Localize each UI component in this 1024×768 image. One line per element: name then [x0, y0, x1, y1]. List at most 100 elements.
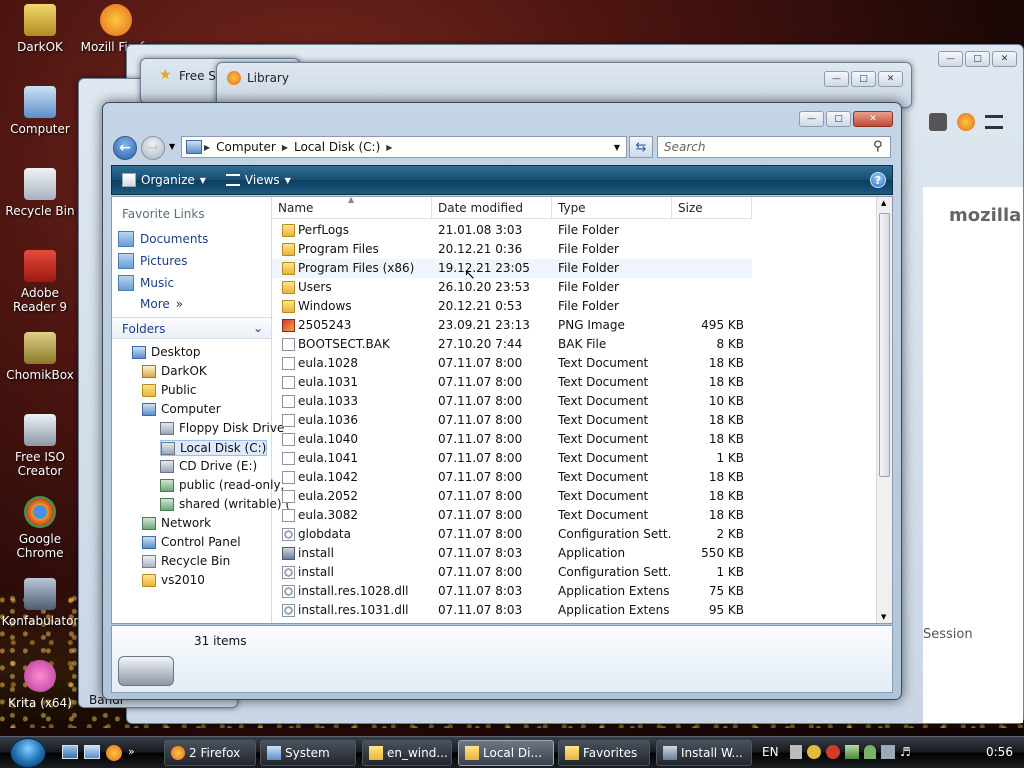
table-row[interactable]: eula.1036 07.11.07 8:00 Text Document 18 KB [272, 411, 752, 430]
desktop-icon-chomikbox[interactable]: ChomikBox [0, 332, 80, 382]
minimize-icon[interactable]: — [799, 111, 824, 127]
table-row[interactable]: globdata 07.11.07 8:00 Configuration Sett.… [272, 525, 752, 544]
tree-item[interactable]: Recycle Bin [142, 554, 230, 568]
menu-icon[interactable] [985, 115, 1003, 129]
help-button[interactable]: ? [870, 172, 886, 188]
maximize-icon[interactable]: □ [826, 111, 851, 127]
more-link[interactable]: More » [140, 297, 183, 311]
table-row[interactable]: install.res.1031.dll 07.11.07 8:03 Applica… [272, 601, 752, 620]
tree-item[interactable]: vs2010 [142, 573, 205, 587]
minimize-icon[interactable]: — [938, 51, 963, 67]
tree-item[interactable]: Network [142, 516, 211, 530]
table-row[interactable]: 2505243 23.09.21 23:13 PNG Image 495 KB [272, 316, 752, 335]
table-row[interactable]: eula.1040 07.11.07 8:00 Text Document 18 KB [272, 430, 752, 449]
scrollbar-thumb[interactable] [879, 213, 890, 477]
scroll-down-icon[interactable]: ▼ [881, 613, 886, 621]
close-icon[interactable]: ✕ [853, 111, 893, 127]
taskbar-button[interactable]: en_wind... [362, 740, 452, 766]
back-button[interactable]: ← [113, 136, 137, 160]
breadcrumb-separator-icon[interactable]: ▶ [202, 143, 212, 152]
tray-user-icon[interactable] [864, 745, 876, 759]
desktop-icon-computer[interactable]: Computer [0, 86, 80, 136]
shield-icon[interactable] [929, 113, 947, 131]
tree-item[interactable]: public (read-only, [160, 478, 284, 492]
folders-header[interactable]: Folders ⌄ [112, 317, 271, 339]
favorite-link-pictures[interactable]: Pictures [118, 253, 188, 269]
tree-item[interactable]: Computer [142, 402, 221, 416]
tree-item[interactable]: shared (writable) ( [160, 497, 290, 511]
table-row[interactable]: Program Files 20.12.21 0:36 File Folder [272, 240, 752, 259]
chevron-down-icon[interactable]: ▼ [169, 142, 175, 151]
taskbar-button[interactable]: Favorites [558, 740, 650, 766]
desktop-icon-konfabulator[interactable]: Konfabulator [0, 578, 80, 628]
firefox-icon[interactable] [957, 113, 975, 131]
desktop-icon-adobe-reader[interactable]: Adobe Reader 9 [0, 250, 80, 314]
column-header-type[interactable]: Type [552, 197, 672, 219]
table-row[interactable]: eula.2052 07.11.07 8:00 Text Document 18 KB [272, 487, 752, 506]
table-row[interactable]: eula.1033 07.11.07 8:00 Text Document 10 KB [272, 392, 752, 411]
show-desktop-icon[interactable] [62, 745, 78, 759]
taskbar-button[interactable]: Local Di... [458, 740, 554, 766]
desktop-icon-google-chrome[interactable]: Google Chrome [0, 496, 80, 560]
breadcrumb-local-disk[interactable]: Local Disk (C:) [290, 140, 384, 154]
tree-item[interactable]: Desktop [132, 345, 201, 359]
forward-button[interactable]: → [141, 136, 165, 160]
favorite-link-music[interactable]: Music [118, 275, 174, 291]
tray-gmail-icon[interactable] [807, 745, 821, 759]
double-chevron-right-icon[interactable]: » [128, 745, 135, 761]
table-row[interactable]: eula.1028 07.11.07 8:00 Text Document 18 KB [272, 354, 752, 373]
tree-item[interactable]: Local Disk (C:) [160, 440, 268, 456]
tray-volume-icon[interactable]: ♬ [900, 745, 911, 759]
desktop-icon-recycle-bin[interactable]: Recycle Bin [0, 168, 80, 218]
desktop-icon-free-iso-creator[interactable]: Free ISO Creator [0, 414, 80, 478]
tree-item[interactable]: Floppy Disk Drive [160, 421, 284, 435]
column-header-size[interactable]: Size [672, 197, 752, 219]
chevron-down-icon[interactable]: ▼ [614, 143, 620, 152]
maximize-icon[interactable]: □ [965, 51, 990, 67]
tray-app-icon[interactable] [790, 745, 802, 759]
close-icon[interactable]: ✕ [878, 71, 903, 87]
table-row[interactable]: Program Files (x86) 19.12.21 23:05 File Fo… [272, 259, 752, 278]
search-input[interactable]: Search [657, 136, 891, 158]
table-row[interactable]: install 07.11.07 8:03 Application 550 KB [272, 544, 752, 563]
favorite-link-documents[interactable]: Documents [118, 231, 208, 247]
firefox-icon[interactable] [106, 745, 122, 761]
explorer-window[interactable]: — □ ✕ ← → ▼ ▶ Computer ▶ Local Disk (C:)… [102, 102, 902, 700]
refresh-button[interactable]: ⇆ [629, 136, 653, 158]
close-icon[interactable]: ✕ [992, 51, 1017, 67]
table-row[interactable]: PerfLogs 21.01.08 3:03 File Folder [272, 221, 752, 240]
desktop-icon-darkok[interactable]: DarkOK [0, 4, 80, 54]
tray-network2-icon[interactable] [881, 745, 895, 759]
tree-item[interactable]: CD Drive (E:) [160, 459, 257, 473]
table-row[interactable]: install 07.11.07 8:00 Configuration Sett..… [272, 563, 752, 582]
desktop-icon-krita[interactable]: Krita (x64) [0, 660, 80, 710]
scroll-up-icon[interactable]: ▲ [881, 199, 886, 207]
tree-item[interactable]: Public [142, 383, 197, 397]
table-row[interactable]: Users 26.10.20 23:53 File Folder [272, 278, 752, 297]
vertical-scrollbar[interactable]: ▲ ▼ [876, 197, 892, 623]
taskbar-button[interactable]: 2 Firefox [164, 740, 256, 766]
table-row[interactable]: Windows 20.12.21 0:53 File Folder [272, 297, 752, 316]
table-row[interactable]: eula.1031 07.11.07 8:00 Text Document 18 KB [272, 373, 752, 392]
minimize-icon[interactable]: — [824, 71, 849, 87]
tree-item[interactable]: Control Panel [142, 535, 241, 549]
breadcrumb-separator-icon[interactable]: ▶ [384, 143, 394, 152]
column-header-date[interactable]: Date modified [432, 197, 552, 219]
switch-windows-icon[interactable] [84, 745, 100, 759]
address-bar[interactable]: ▶ Computer ▶ Local Disk (C:) ▶ ▼ [181, 136, 627, 158]
table-row[interactable]: eula.1042 07.11.07 8:00 Text Document 18 KB [272, 468, 752, 487]
views-button[interactable]: Views ▼ [216, 173, 301, 187]
table-row[interactable]: eula.1041 07.11.07 8:00 Text Document 1 KB [272, 449, 752, 468]
organize-button[interactable]: Organize ▼ [112, 173, 216, 187]
clock[interactable]: 0:56 [986, 745, 1013, 759]
search-icon[interactable]: ⚲ [873, 139, 883, 154]
language-indicator[interactable]: EN [762, 745, 779, 759]
taskbar-button[interactable]: Install W... [656, 740, 752, 766]
tray-warning-icon[interactable] [826, 745, 840, 759]
tree-item[interactable]: DarkOK [142, 364, 207, 378]
maximize-icon[interactable]: □ [851, 71, 876, 87]
table-row[interactable]: BOOTSECT.BAK 27.10.20 7:44 BAK File 8 KB [272, 335, 752, 354]
breadcrumb-separator-icon[interactable]: ▶ [280, 143, 290, 152]
start-button[interactable] [10, 738, 46, 768]
tray-network-icon[interactable] [845, 745, 859, 759]
